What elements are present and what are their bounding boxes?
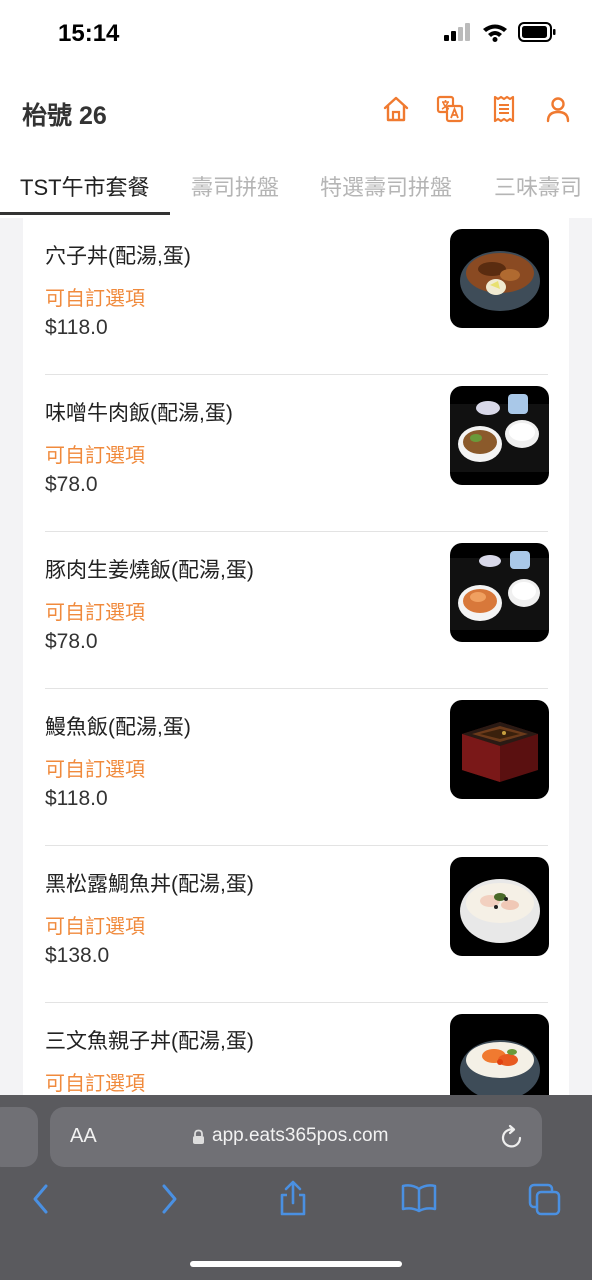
forward-arrow-icon[interactable] <box>158 1183 180 1215</box>
status-bar: 15:14 <box>0 0 592 70</box>
wifi-icon <box>483 24 507 42</box>
item-name: 鰻魚飯(配湯,蛋) <box>45 716 191 739</box>
customizable-label: 可自訂選項 <box>45 602 145 624</box>
menu-item[interactable]: 味噌牛肉飯(配湯,蛋) 可自訂選項 $78.0 <box>23 375 569 532</box>
user-icon[interactable] <box>544 94 572 124</box>
bookmarks-icon[interactable] <box>400 1183 438 1213</box>
customizable-label: 可自訂選項 <box>45 759 145 781</box>
browser-nav-row <box>0 1180 592 1223</box>
item-photo[interactable] <box>450 857 549 956</box>
app-header: 枱號 26 <box>0 70 592 150</box>
table-title: 枱號 26 <box>22 102 107 130</box>
back-arrow-icon[interactable] <box>30 1183 52 1215</box>
item-price: $78.0 <box>45 473 98 496</box>
header-icons <box>382 94 572 124</box>
previous-tab-preview[interactable] <box>0 1107 38 1167</box>
category-tabs: TST午市套餐 壽司拼盤 特選壽司拼盤 三味壽司 <box>0 150 592 218</box>
active-tab-indicator <box>0 212 170 215</box>
item-photo[interactable] <box>450 1014 549 1098</box>
item-name: 味噌牛肉飯(配湯,蛋) <box>45 402 233 425</box>
menu-item-list: 穴子丼(配湯,蛋) 可自訂選項 $118.0 味噌牛肉飯(配湯,蛋) 可自訂選項… <box>23 218 569 1098</box>
home-icon[interactable] <box>382 94 410 124</box>
lock-icon <box>193 1129 204 1144</box>
item-photo[interactable] <box>450 386 549 485</box>
menu-item[interactable]: 豚肉生姜燒飯(配湯,蛋) 可自訂選項 $78.0 <box>23 532 569 689</box>
item-price: $118.0 <box>45 316 108 339</box>
item-photo[interactable] <box>450 700 549 799</box>
status-icons <box>444 22 556 42</box>
menu-item[interactable]: 鰻魚飯(配湯,蛋) 可自訂選項 $118.0 <box>23 689 569 846</box>
menu-item[interactable]: 三文魚親子丼(配湯,蛋) 可自訂選項 <box>23 1003 569 1098</box>
menu-item[interactable]: 黑松露鯛魚丼(配湯,蛋) 可自訂選項 $138.0 <box>23 846 569 1003</box>
item-price: $138.0 <box>45 944 110 967</box>
battery-icon <box>518 22 556 42</box>
cellular-signal-icon <box>444 23 470 41</box>
home-indicator <box>190 1261 402 1267</box>
item-name: 穴子丼(配湯,蛋) <box>45 245 191 268</box>
item-name: 豚肉生姜燒飯(配湯,蛋) <box>45 559 254 582</box>
tabs-icon[interactable] <box>528 1183 562 1217</box>
url-text: app.eats365pos.com <box>212 1125 389 1146</box>
status-time: 15:14 <box>58 20 120 47</box>
address-bar[interactable]: AA app.eats365pos.com <box>50 1107 542 1167</box>
customizable-label: 可自訂選項 <box>45 288 145 310</box>
receipt-icon[interactable] <box>490 94 518 124</box>
item-name: 三文魚親子丼(配湯,蛋) <box>45 1030 254 1053</box>
reload-icon[interactable] <box>500 1124 524 1150</box>
item-price: $118.0 <box>45 787 108 810</box>
item-photo[interactable] <box>450 229 549 328</box>
share-icon[interactable] <box>278 1179 308 1217</box>
customizable-label: 可自訂選項 <box>45 1073 145 1095</box>
tab-three-flavor-sushi[interactable]: 三味壽司 <box>494 170 582 202</box>
tab-special-sushi-platter[interactable]: 特選壽司拼盤 <box>320 170 452 202</box>
tab-sushi-platter[interactable]: 壽司拼盤 <box>191 170 279 202</box>
item-photo[interactable] <box>450 543 549 642</box>
translate-icon[interactable] <box>436 94 464 124</box>
browser-toolbar: AA app.eats365pos.com <box>0 1095 592 1280</box>
item-name: 黑松露鯛魚丼(配湯,蛋) <box>45 873 254 896</box>
item-price: $78.0 <box>45 630 98 653</box>
tab-lunch-set[interactable]: TST午市套餐 <box>20 170 150 202</box>
menu-item[interactable]: 穴子丼(配湯,蛋) 可自訂選項 $118.0 <box>23 218 569 375</box>
reader-settings-button[interactable]: AA <box>70 1125 97 1148</box>
customizable-label: 可自訂選項 <box>45 916 145 938</box>
customizable-label: 可自訂選項 <box>45 445 145 467</box>
